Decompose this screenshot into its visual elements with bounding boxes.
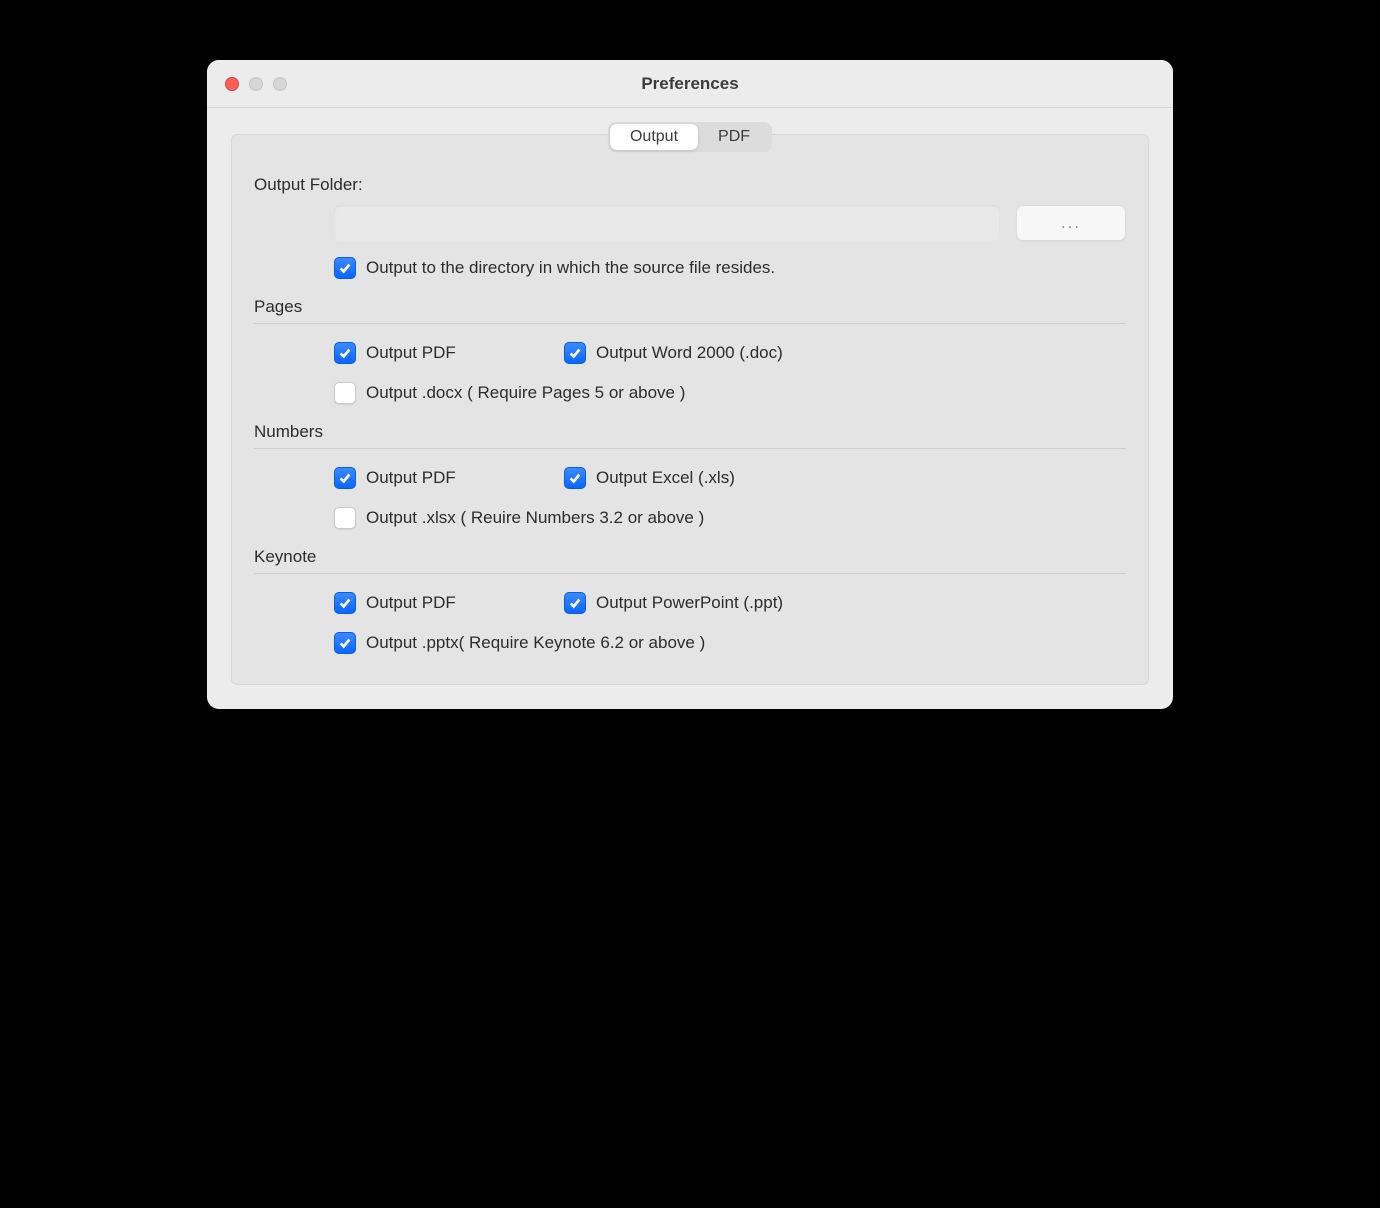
tab-pdf[interactable]: PDF <box>698 124 770 150</box>
tabbar: Output PDF <box>608 122 772 152</box>
pages-docx-checkbox[interactable] <box>334 382 356 404</box>
same-directory-label: Output to the directory in which the sou… <box>366 258 775 278</box>
preferences-window: Preferences Output PDF Output Folder: ..… <box>207 60 1173 709</box>
pages-pdf-checkbox[interactable] <box>334 342 356 364</box>
pages-docx-label: Output .docx ( Require Pages 5 or above … <box>366 383 685 403</box>
keynote-pdf-label: Output PDF <box>366 593 456 613</box>
pages-heading: Pages <box>254 297 1126 317</box>
traffic-lights <box>225 77 287 91</box>
keynote-options: Output PDF Output PowerPoint (.ppt) Outp… <box>334 592 1126 654</box>
output-folder-row: ... <box>334 205 1126 241</box>
keynote-divider <box>254 573 1126 574</box>
browse-button[interactable]: ... <box>1016 205 1126 241</box>
content-panel: Output Folder: ... Output to the directo… <box>231 134 1149 685</box>
numbers-xls-checkbox[interactable] <box>564 467 586 489</box>
numbers-xlsx-checkbox[interactable] <box>334 507 356 529</box>
output-folder-label: Output Folder: <box>254 175 1126 195</box>
keynote-pdf-checkbox[interactable] <box>334 592 356 614</box>
keynote-ppt-label: Output PowerPoint (.ppt) <box>596 593 783 613</box>
output-folder-input[interactable] <box>334 205 1000 241</box>
numbers-divider <box>254 448 1126 449</box>
pages-doc-label: Output Word 2000 (.doc) <box>596 343 783 363</box>
numbers-pdf-label: Output PDF <box>366 468 456 488</box>
keynote-pptx-label: Output .pptx( Require Keynote 6.2 or abo… <box>366 633 705 653</box>
pages-doc-checkbox[interactable] <box>564 342 586 364</box>
numbers-options: Output PDF Output Excel (.xls) Output .x… <box>334 467 1126 529</box>
keynote-ppt-checkbox[interactable] <box>564 592 586 614</box>
same-directory-checkbox[interactable] <box>334 257 356 279</box>
pages-divider <box>254 323 1126 324</box>
maximize-button[interactable] <box>273 77 287 91</box>
minimize-button[interactable] <box>249 77 263 91</box>
titlebar: Preferences <box>207 60 1173 108</box>
pages-options: Output PDF Output Word 2000 (.doc) Outpu… <box>334 342 1126 404</box>
pages-pdf-label: Output PDF <box>366 343 456 363</box>
numbers-heading: Numbers <box>254 422 1126 442</box>
numbers-pdf-checkbox[interactable] <box>334 467 356 489</box>
keynote-pptx-checkbox[interactable] <box>334 632 356 654</box>
close-button[interactable] <box>225 77 239 91</box>
tab-output[interactable]: Output <box>610 124 698 150</box>
numbers-xls-label: Output Excel (.xls) <box>596 468 735 488</box>
numbers-xlsx-label: Output .xlsx ( Reuire Numbers 3.2 or abo… <box>366 508 704 528</box>
window-title: Preferences <box>207 74 1173 94</box>
keynote-heading: Keynote <box>254 547 1126 567</box>
same-directory-row: Output to the directory in which the sou… <box>334 257 1126 279</box>
